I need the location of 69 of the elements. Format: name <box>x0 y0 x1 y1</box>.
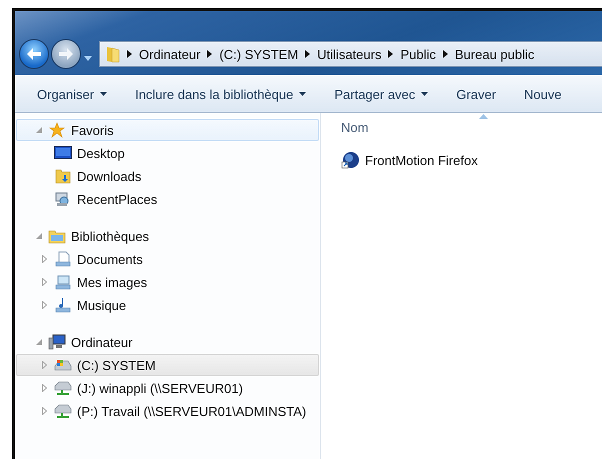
tree-item-label: Mes images <box>77 274 148 290</box>
netdrive-icon <box>54 381 72 395</box>
tree-item[interactable]: Bibliothèques <box>16 225 319 247</box>
address-bar[interactable]: Ordinateur (C:) SYSTEM Utilisateurs Public Bureau public <box>99 41 602 67</box>
breadcrumb-item[interactable]: Public <box>400 46 436 62</box>
toolbar-button[interactable]: Organiser <box>27 82 118 106</box>
collapsed-arrow-icon[interactable] <box>42 384 47 392</box>
tree-item-label: (J:) winappli (\\SERVEUR01) <box>77 380 243 396</box>
breadcrumb-arrow-icon[interactable] <box>388 50 394 58</box>
tree-item[interactable]: Desktop <box>16 142 319 164</box>
tree-item-label: Ordinateur <box>71 334 132 350</box>
tree-item[interactable]: Ordinateur <box>16 331 319 353</box>
tree-item-label: Musique <box>77 298 126 312</box>
back-button[interactable] <box>19 39 49 69</box>
desktop-icon <box>54 146 72 160</box>
breadcrumb-item[interactable]: Ordinateur <box>139 46 200 62</box>
drive-icon <box>54 358 72 372</box>
images-icon <box>55 274 71 290</box>
breadcrumb-arrow-icon[interactable] <box>305 50 310 58</box>
tree-item[interactable]: RecentPlaces <box>16 188 319 210</box>
file-name: FrontMotion Firefox <box>365 152 478 168</box>
tree-item[interactable]: Downloads <box>16 165 319 187</box>
toolbar-button[interactable]: Graver <box>446 82 506 106</box>
folder-icon <box>106 45 120 63</box>
tree-item-label: (C:) SYSTEM <box>77 358 156 372</box>
left-arrow-icon <box>26 47 42 61</box>
breadcrumb-item[interactable]: Utilisateurs <box>317 46 382 62</box>
tree-item-label: RecentPlaces <box>77 192 158 206</box>
expanded-arrow-icon[interactable] <box>36 233 42 239</box>
star-icon <box>49 122 65 138</box>
toolbar-button[interactable]: Partager avec <box>324 82 438 106</box>
library-icon <box>48 228 66 244</box>
breadcrumb-item[interactable]: Bureau public <box>454 46 534 62</box>
tree-item-label: Documents <box>77 252 143 266</box>
breadcrumb-arrow-icon[interactable] <box>127 50 132 58</box>
column-header[interactable]: Nom <box>341 120 368 134</box>
toolbar-button[interactable]: Inclure dans la bibliothèque <box>125 82 316 106</box>
tree-item-label: Desktop <box>77 146 125 160</box>
right-arrow-icon <box>58 47 74 61</box>
netdrive-icon <box>54 404 72 418</box>
tree-item-label: Bibliothèques <box>71 228 150 244</box>
collapsed-arrow-icon[interactable] <box>42 361 47 369</box>
breadcrumb-arrow-icon[interactable] <box>442 50 448 58</box>
tree-item[interactable]: Musique <box>16 294 319 316</box>
forward-button[interactable] <box>51 39 81 69</box>
documents-icon <box>55 251 71 267</box>
breadcrumb-arrow-icon[interactable] <box>207 50 212 58</box>
collapsed-arrow-icon[interactable] <box>42 255 47 263</box>
tree-item-label: Favoris <box>71 122 114 138</box>
toolbar-button[interactable]: Nouve <box>514 82 572 106</box>
tree-item[interactable]: Documents <box>16 248 319 270</box>
collapsed-arrow-icon[interactable] <box>42 407 47 415</box>
music-icon <box>55 297 71 313</box>
breadcrumb-item[interactable]: (C:) SYSTEM <box>219 46 298 62</box>
file-item[interactable]: FrontMotion Firefox <box>341 149 602 171</box>
globe-shortcut-icon <box>341 151 359 169</box>
tree-item[interactable]: Favoris <box>16 119 319 141</box>
tree-item[interactable]: (C:) SYSTEM <box>16 354 319 376</box>
tree-item[interactable]: (P:) Travail (\\SERVEUR01\ADMINSTA) <box>16 400 319 422</box>
computer-icon <box>48 334 66 350</box>
tree-item-label: (P:) Travail (\\SERVEUR01\ADMINSTA) <box>77 404 306 418</box>
tree-item[interactable]: (J:) winappli (\\SERVEUR01) <box>16 377 319 399</box>
tree-item[interactable]: Mes images <box>16 271 319 293</box>
collapsed-arrow-icon[interactable] <box>42 278 47 286</box>
expanded-arrow-icon[interactable] <box>36 339 42 345</box>
expanded-arrow-icon[interactable] <box>36 127 42 133</box>
tree-item-label: Downloads <box>77 168 142 184</box>
downloads-icon <box>55 168 71 184</box>
collapsed-arrow-icon[interactable] <box>42 301 47 309</box>
